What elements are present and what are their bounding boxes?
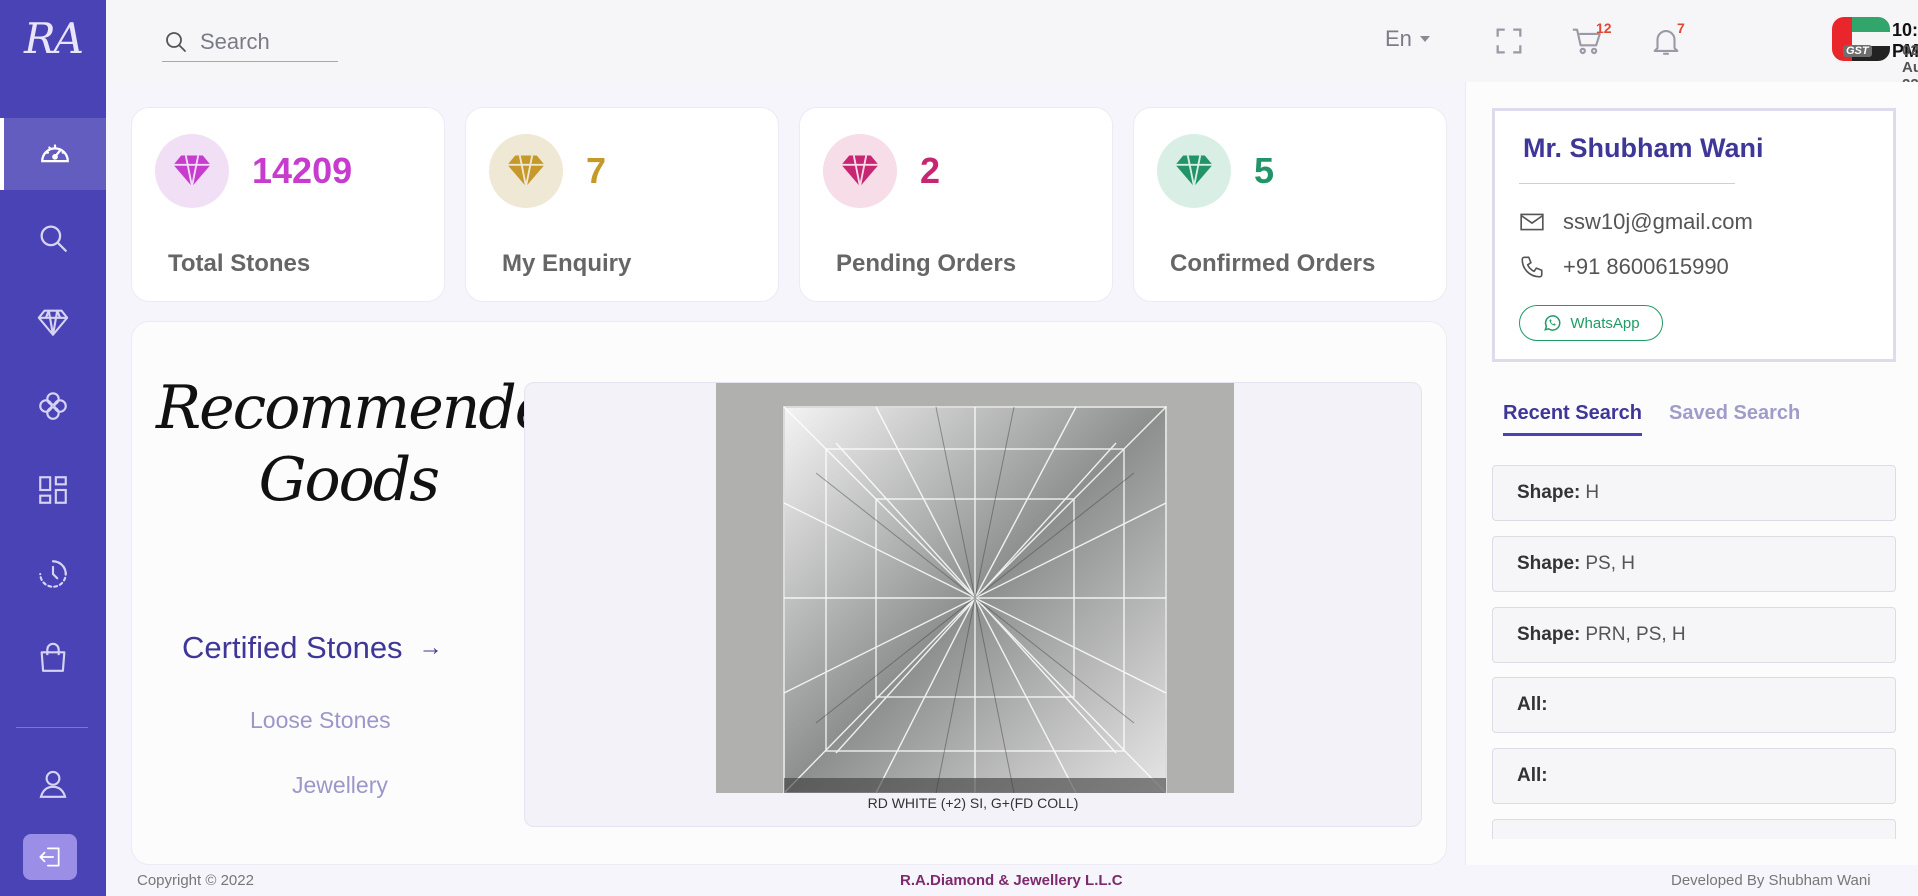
recent-search-item[interactable]: All: — [1492, 677, 1896, 733]
sidebar-item-history[interactable] — [0, 538, 106, 610]
recommended-goods-panel: Recommended Goods Certified Stones → Loo… — [131, 321, 1447, 865]
stat-card-confirmed-orders[interactable]: 5 Confirmed Orders — [1133, 107, 1447, 302]
sidebar-item-profile[interactable] — [0, 748, 106, 820]
stat-label: My Enquiry — [502, 250, 632, 277]
stat-card-pending-orders[interactable]: 2 Pending Orders — [799, 107, 1113, 302]
profile-phone-row: +91 8600615990 — [1519, 254, 1729, 280]
shopping-bag-icon — [40, 642, 66, 672]
whatsapp-button[interactable]: WhatsApp — [1519, 305, 1663, 341]
profile-card: Mr. Shubham Wani ssw10j@gmail.com +91 86… — [1492, 108, 1896, 362]
search-item-key: Shape: — [1517, 624, 1581, 645]
product-image-frame[interactable]: RD WHITE (+2) SI, G+(FD COLL) — [524, 382, 1422, 827]
search-item-key: Shape: — [1517, 482, 1581, 503]
stat-value: 7 — [586, 150, 607, 191]
sidebar: RA — [0, 0, 106, 896]
diamond-icon — [173, 155, 211, 187]
notifications-button[interactable]: 7 — [1649, 20, 1685, 58]
right-panel: Mr. Shubham Wani ssw10j@gmail.com +91 86… — [1465, 82, 1918, 865]
recommended-title-line2: Goods — [258, 445, 440, 515]
recent-search-item[interactable]: All: — [1492, 748, 1896, 804]
stat-icon-circle — [155, 134, 229, 208]
stat-label: Total Stones — [168, 250, 311, 277]
footer-developer: Developed By Shubham Wani — [1671, 872, 1871, 889]
language-select[interactable]: En — [1385, 26, 1430, 52]
sidebar-item-grid[interactable] — [0, 454, 106, 526]
recommended-title: Recommended Goods — [156, 372, 587, 516]
search-item-key: All: — [1517, 765, 1548, 786]
mail-icon — [1520, 213, 1544, 231]
search-icon — [40, 225, 67, 252]
search-item-value: PRN, PS, H — [1585, 624, 1686, 645]
recent-search-item[interactable]: Shape: PS, H — [1492, 536, 1896, 592]
recent-search-item-partial[interactable] — [1492, 819, 1896, 839]
footer-company: R.A.Diamond & Jewellery L.L.C — [900, 872, 1123, 889]
stat-icon-circle — [823, 134, 897, 208]
cart-count-badge: 12 — [1596, 20, 1612, 36]
diamond-product-image — [716, 383, 1234, 794]
diamond-icon — [1175, 155, 1213, 187]
tab-recent-search[interactable]: Recent Search — [1503, 402, 1642, 436]
top-header: En 12 7 GST 10:59:10 PM 02 Aug 22 — [106, 0, 1918, 93]
timezone-badge: GST — [1843, 45, 1872, 57]
sidebar-item-orders[interactable] — [0, 622, 106, 694]
product-caption: RD WHITE (+2) SI, G+(FD COLL) — [867, 795, 1079, 811]
stat-label: Confirmed Orders — [1170, 250, 1376, 277]
stat-value: 2 — [920, 150, 941, 191]
profile-email-row: ssw10j@gmail.com — [1519, 209, 1753, 235]
recent-search-item[interactable]: Shape: H — [1492, 465, 1896, 521]
sidebar-item-jewellery[interactable] — [0, 370, 106, 442]
stat-value: 5 — [1254, 150, 1275, 191]
footer-copyright: Copyright © 2022 — [137, 872, 254, 889]
profile-phone[interactable]: +91 8600615990 — [1563, 254, 1729, 280]
search-input[interactable] — [200, 28, 330, 55]
phone-icon — [1521, 256, 1543, 278]
user-icon — [39, 770, 67, 798]
sidebar-item-dashboard[interactable] — [0, 118, 106, 190]
sidebar-item-search[interactable] — [0, 202, 106, 274]
category-loose-stones[interactable]: Loose Stones — [250, 707, 391, 734]
profile-email[interactable]: ssw10j@gmail.com — [1563, 209, 1753, 235]
chevron-down-icon — [1419, 36, 1430, 42]
category-certified-stones[interactable]: Certified Stones → — [182, 630, 443, 666]
fullscreen-button[interactable] — [1492, 24, 1526, 58]
brand-logo[interactable]: RA — [10, 12, 96, 64]
logout-button[interactable] — [23, 834, 77, 880]
search-icon — [166, 31, 186, 52]
grid-icon — [39, 476, 67, 504]
divider — [1519, 183, 1735, 184]
category-label: Certified Stones — [182, 630, 403, 665]
stat-icon-circle — [1157, 134, 1231, 208]
fullscreen-icon — [1496, 28, 1522, 54]
stat-card-total-stones[interactable]: 14209 Total Stones — [131, 107, 445, 302]
logout-icon — [39, 847, 60, 867]
tab-saved-search[interactable]: Saved Search — [1669, 402, 1800, 433]
search-item-key: All: — [1517, 694, 1548, 715]
stat-card-my-enquiry[interactable]: 7 My Enquiry — [465, 107, 779, 302]
recent-search-item[interactable]: Shape: PRN, PS, H — [1492, 607, 1896, 663]
arrow-right-icon: → — [418, 634, 443, 661]
diamond-icon — [841, 155, 879, 187]
search-bar[interactable] — [162, 22, 338, 62]
stat-icon-circle — [489, 134, 563, 208]
diamond-icon — [507, 155, 545, 187]
flower-icon — [39, 392, 67, 420]
notification-count-badge: 7 — [1677, 20, 1685, 36]
history-clock-icon — [39, 560, 67, 588]
dashboard-gauge-icon — [41, 144, 69, 163]
whatsapp-label: WhatsApp — [1570, 314, 1640, 332]
sidebar-item-diamonds[interactable] — [0, 286, 106, 358]
sidebar-divider — [16, 727, 88, 728]
stat-label: Pending Orders — [836, 250, 1017, 277]
stat-value: 14209 — [252, 150, 353, 191]
language-value: En — [1385, 26, 1412, 51]
whatsapp-icon — [1544, 315, 1561, 331]
search-item-key: Shape: — [1517, 553, 1581, 574]
search-item-value: PS, H — [1585, 553, 1635, 574]
cart-button[interactable]: 12 — [1570, 20, 1612, 58]
profile-name: Mr. Shubham Wani — [1523, 133, 1764, 163]
diamond-icon — [37, 309, 69, 336]
recommended-title-line1: Recommended — [156, 373, 587, 443]
category-jewellery[interactable]: Jewellery — [292, 772, 388, 799]
search-item-value: H — [1585, 482, 1600, 503]
